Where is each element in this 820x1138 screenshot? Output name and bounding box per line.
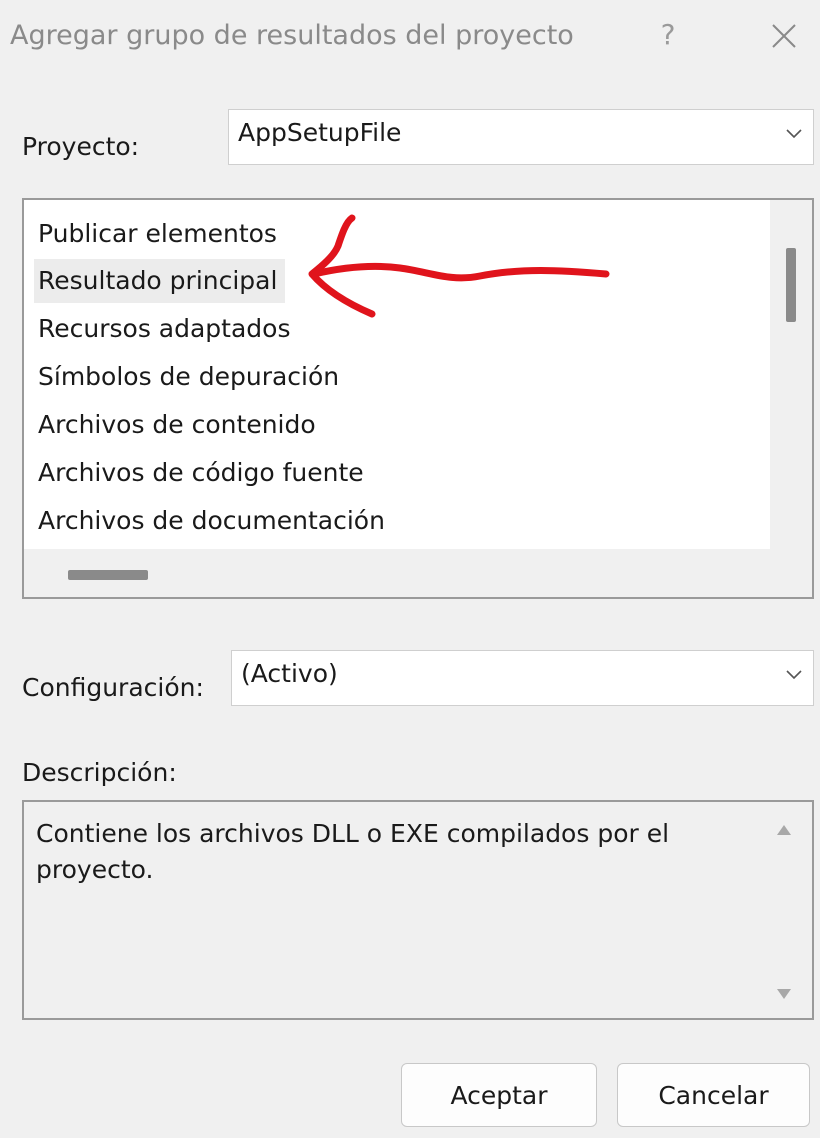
configuration-dropdown[interactable]: (Activo) (231, 650, 814, 706)
annotation-arrow-icon (308, 214, 610, 318)
list-item[interactable]: Publicar elementos (34, 212, 285, 256)
list-item[interactable]: Recursos adaptados (34, 307, 298, 351)
help-icon[interactable]: ? (650, 18, 686, 51)
project-dropdown[interactable]: AppSetupFile (228, 109, 814, 165)
list-item[interactable]: Símbolos de depuración (34, 355, 347, 399)
accept-button[interactable]: Aceptar (401, 1063, 597, 1127)
chevron-down-icon (786, 670, 802, 680)
scroll-down-arrow-icon[interactable] (776, 988, 792, 1000)
close-icon[interactable] (766, 18, 802, 54)
configuration-dropdown-value: (Activo) (241, 659, 338, 688)
list-item[interactable]: Archivos de documentación (34, 499, 393, 543)
description-label: Descripción: (22, 758, 177, 787)
scroll-up-arrow-icon[interactable] (776, 824, 792, 836)
configuration-label: Configuración: (22, 673, 204, 702)
description-box: Contiene los archivos DLL o EXE compilad… (22, 800, 814, 1020)
list-item[interactable]: Archivos de código fuente (34, 451, 372, 495)
project-label: Proyecto: (22, 132, 140, 161)
dialog-title: Agregar grupo de resultados del proyecto (10, 20, 574, 51)
description-text: Contiene los archivos DLL o EXE compilad… (36, 819, 670, 884)
project-dropdown-value: AppSetupFile (238, 118, 402, 147)
horizontal-scrollbar-thumb[interactable] (68, 570, 148, 580)
list-item-selected[interactable]: Resultado principal (34, 259, 286, 303)
cancel-button[interactable]: Cancelar (617, 1063, 810, 1127)
list-item[interactable]: Archivos de contenido (34, 403, 324, 447)
vertical-scrollbar-thumb[interactable] (786, 248, 796, 322)
chevron-down-icon (786, 129, 802, 139)
